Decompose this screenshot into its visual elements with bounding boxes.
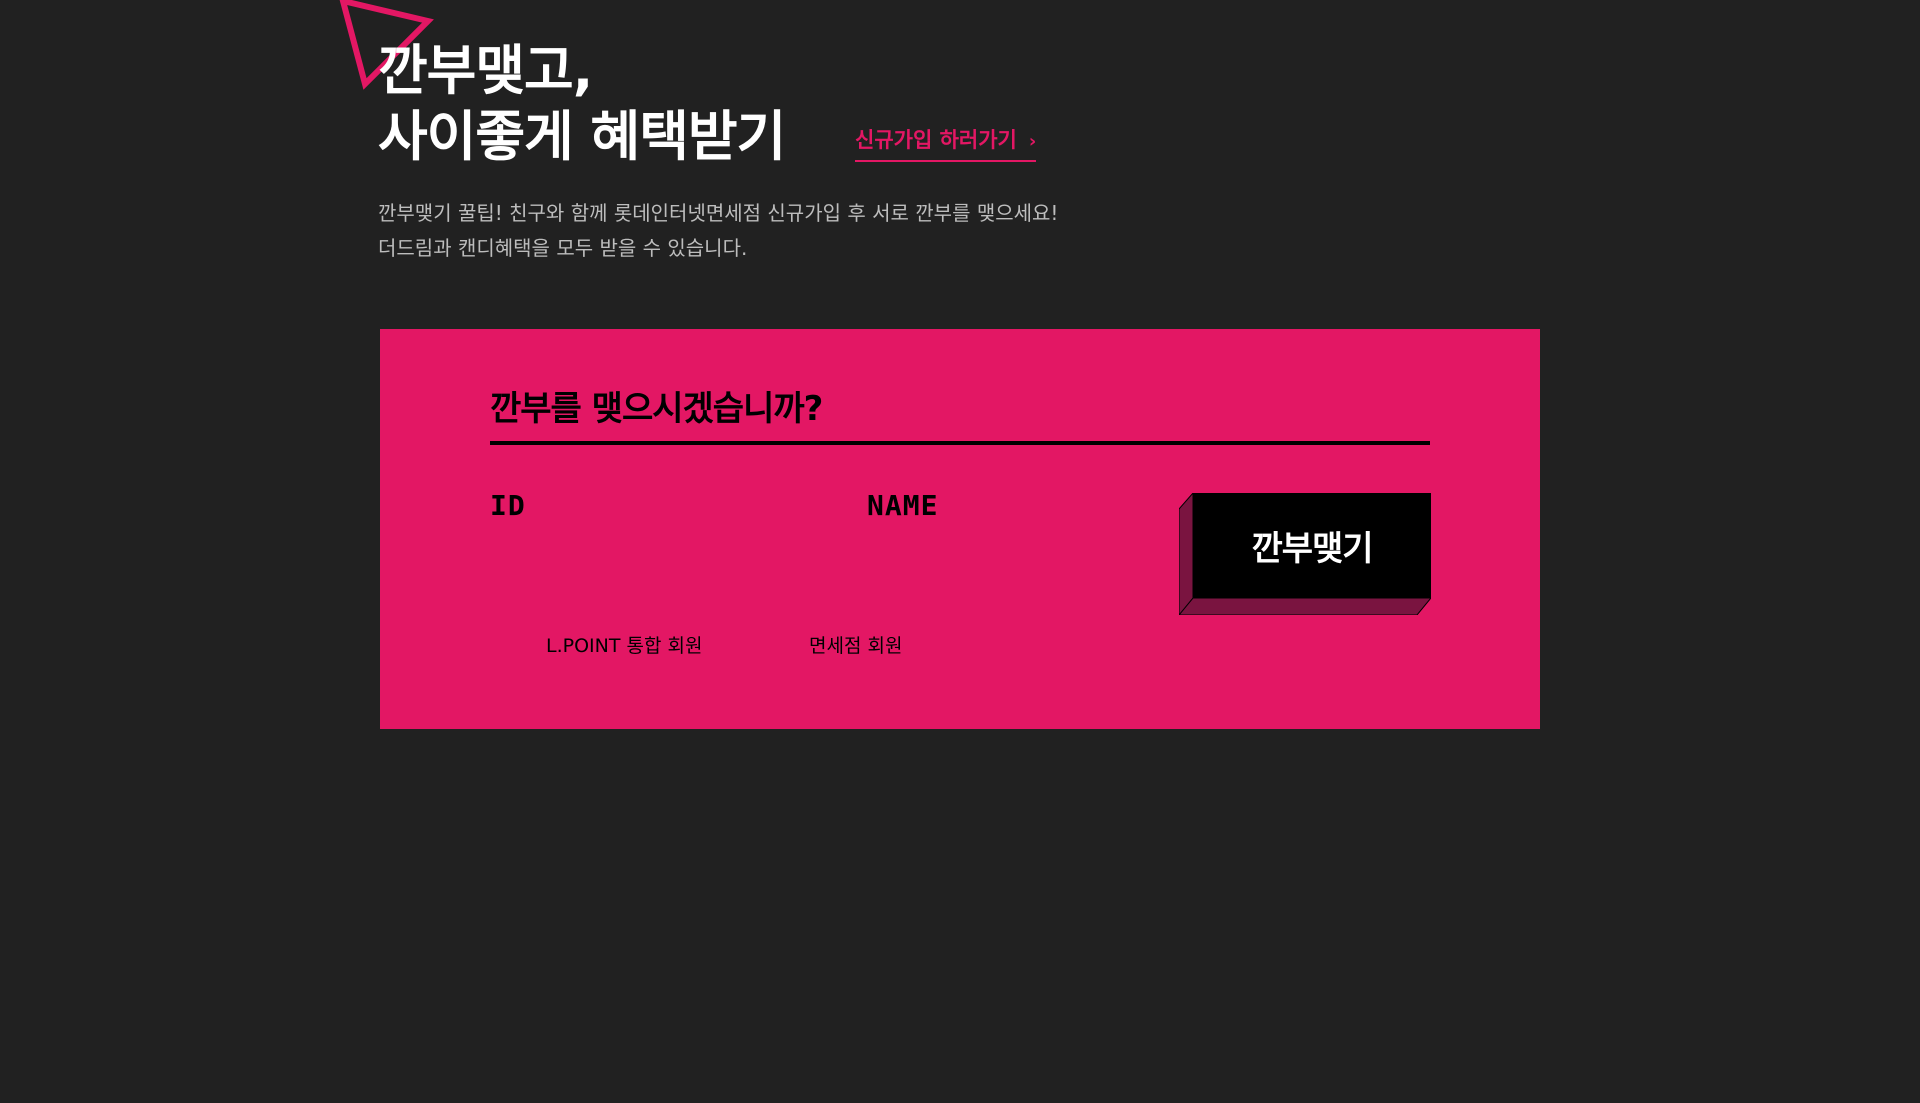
radio-lpoint-label: L.POINT 통합 회원 xyxy=(546,635,703,657)
chevron-right-icon: › xyxy=(1028,131,1037,152)
bond-form-panel: 깐부를 맺으시겠습니까? ID NAME L.POINT 통합 회원 면세점 회… xyxy=(380,329,1540,729)
form-divider xyxy=(490,441,1430,445)
radio-dot-icon xyxy=(510,632,536,658)
page-title: 깐부맺고, 사이좋게 혜택받기 xyxy=(378,38,786,170)
description: 깐부맺기 꿀팁! 친구와 함께 롯데인터넷면세점 신규가입 후 서로 깐부를 맺… xyxy=(378,196,1058,266)
radio-dot-icon xyxy=(773,632,799,658)
radio-dutyfree-label: 면세점 회원 xyxy=(809,635,903,657)
radio-lpoint-member[interactable]: L.POINT 통합 회원 xyxy=(510,631,702,658)
description-line-2: 더드림과 캔디혜택을 모두 받을 수 있습니다. xyxy=(378,236,748,260)
name-input[interactable] xyxy=(867,531,1171,573)
bond-button-wrap: 깐부맺기 xyxy=(1179,493,1431,615)
id-label: ID xyxy=(490,489,526,522)
bond-button[interactable]: 깐부맺기 xyxy=(1193,493,1431,598)
id-input[interactable] xyxy=(490,531,834,573)
title-line-2: 사이좋게 혜택받기 xyxy=(378,105,786,168)
signup-link[interactable]: 신규가입 하러가기 › xyxy=(855,124,1037,162)
signup-link-label: 신규가입 하러가기 xyxy=(855,128,1017,152)
name-label: NAME xyxy=(867,489,939,522)
page: 깐부맺고, 사이좋게 혜택받기 신규가입 하러가기 › 깐부맺기 꿀팁! 친구와 … xyxy=(0,0,1920,1103)
description-line-1: 깐부맺기 꿀팁! 친구와 함께 롯데인터넷면세점 신규가입 후 서로 깐부를 맺… xyxy=(378,201,1059,225)
form-title: 깐부를 맺으시겠습니까? xyxy=(490,389,823,429)
title-line-1: 깐부맺고, xyxy=(378,39,593,102)
radio-dutyfree-member[interactable]: 면세점 회원 xyxy=(773,631,902,658)
